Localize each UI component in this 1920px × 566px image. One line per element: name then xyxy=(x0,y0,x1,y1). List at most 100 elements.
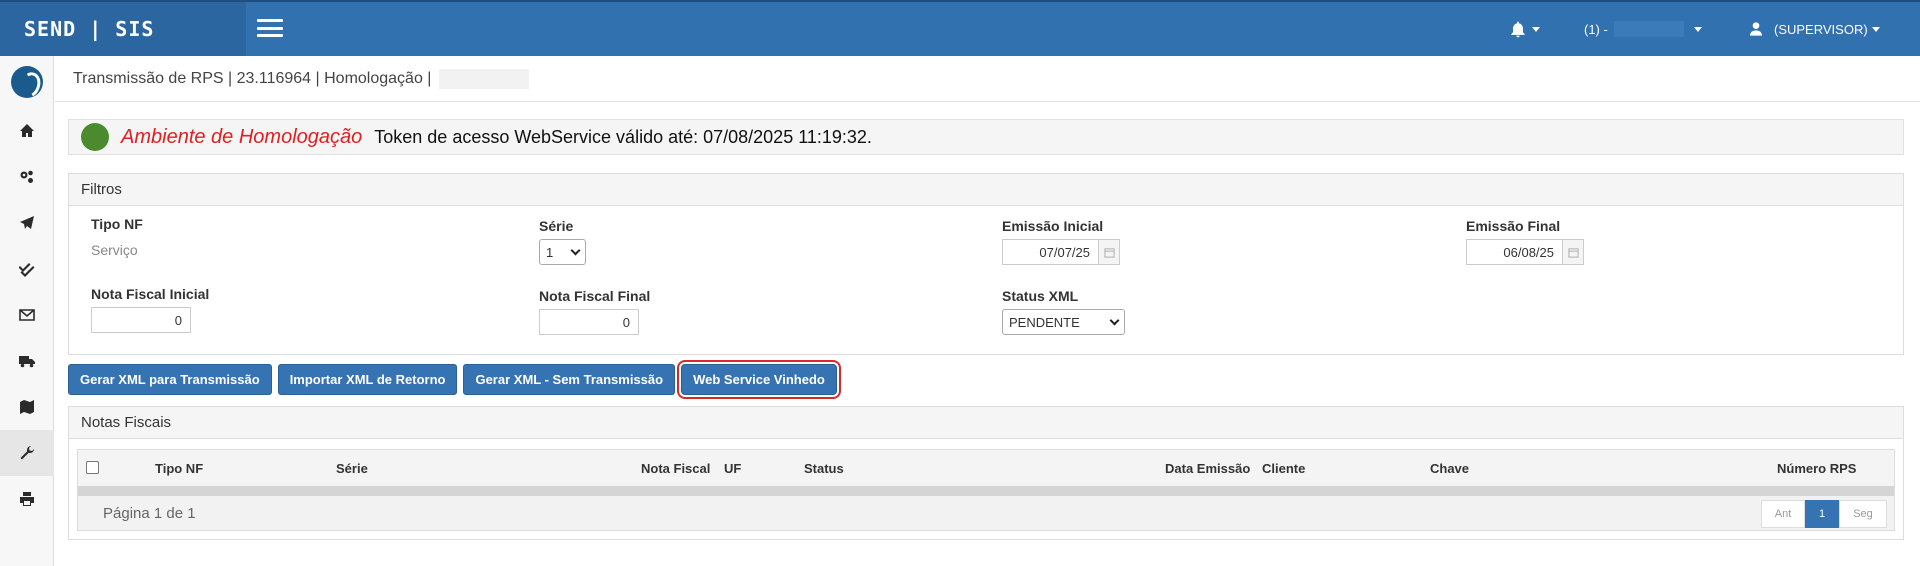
filters-panel: Filtros Tipo NF Serviço Série 1 Emissão … xyxy=(68,173,1904,355)
status-xml-label: Status XML xyxy=(1002,288,1079,304)
nf-inicial-label: Nota Fiscal Inicial xyxy=(91,286,210,302)
emissao-final-picker: 06/08/25 xyxy=(1466,239,1584,265)
col-status[interactable]: Status xyxy=(804,461,844,476)
page-1-button[interactable]: 1 xyxy=(1805,500,1839,528)
notifications-button[interactable] xyxy=(1508,2,1540,56)
emissao-final-input[interactable]: 06/08/25 xyxy=(1466,239,1562,265)
serie-select[interactable]: 1 xyxy=(539,239,586,265)
serie-select-value: 1 xyxy=(546,244,554,260)
nf-inicial-input[interactable]: 0 xyxy=(91,307,191,333)
user-menu[interactable]: (SUPERVISOR) xyxy=(1748,2,1880,56)
page-info: Página 1 de 1 xyxy=(103,504,196,522)
status-indicator-icon xyxy=(81,123,109,151)
serie-field: Série 1 xyxy=(539,218,586,265)
sidebar-item-approvals[interactable] xyxy=(0,246,54,292)
col-data-emissao[interactable]: Data Emissão xyxy=(1165,461,1250,476)
chevron-down-icon xyxy=(1532,26,1540,32)
pagination: Ant 1 Seg xyxy=(1761,500,1887,528)
emissao-inicial-picker: 07/07/25 xyxy=(1002,239,1120,265)
col-cliente[interactable]: Cliente xyxy=(1262,461,1305,476)
sidebar-logo[interactable] xyxy=(0,56,54,108)
col-uf[interactable]: UF xyxy=(724,461,741,476)
select-all-checkbox[interactable] xyxy=(86,461,99,474)
sidebar-item-home[interactable] xyxy=(0,108,54,154)
user-icon xyxy=(1750,22,1762,36)
cogs-icon xyxy=(20,170,33,183)
sidebar-item-settings[interactable] xyxy=(0,154,54,200)
paper-plane-icon xyxy=(20,216,34,229)
envelope-icon xyxy=(19,309,35,321)
nf-final-label: Nota Fiscal Final xyxy=(539,288,651,304)
chevron-down-icon xyxy=(1109,315,1120,325)
sidebar-item-shipping[interactable] xyxy=(0,338,54,384)
printer-icon xyxy=(20,492,34,506)
calendar-icon xyxy=(1567,247,1579,258)
notas-fiscais-panel: Notas Fiscais Tipo NF Série Nota Fiscal … xyxy=(68,406,1904,540)
menu-toggle-icon[interactable] xyxy=(257,19,283,37)
nf-inicial-field: Nota Fiscal Inicial 0 xyxy=(91,286,209,333)
emissao-inicial-field: Emissão Inicial 07/07/25 xyxy=(1002,218,1120,265)
col-numero-rps[interactable]: Número RPS xyxy=(1777,461,1856,476)
redacted-text xyxy=(439,68,530,89)
next-page-button[interactable]: Seg xyxy=(1839,500,1887,528)
sidebar-item-send[interactable] xyxy=(0,200,54,246)
importar-xml-button[interactable]: Importar XML de Retorno xyxy=(277,364,458,395)
truck-icon xyxy=(19,356,35,368)
prev-page-button[interactable]: Ant xyxy=(1761,500,1805,528)
emissao-inicial-label: Emissão Inicial xyxy=(1002,218,1104,234)
brand-logo[interactable]: SEND | SIS xyxy=(0,2,246,56)
top-navbar: SEND | SIS (1) - (SUPERVISOR) xyxy=(0,0,1920,56)
col-chave[interactable]: Chave xyxy=(1430,461,1469,476)
app-logo-icon xyxy=(11,66,43,98)
status-xml-value: PENDENTE xyxy=(1009,314,1080,330)
action-buttons: Gerar XML para Transmissão Importar XML … xyxy=(68,360,841,399)
calendar-button[interactable] xyxy=(1562,239,1584,265)
emissao-final-label: Emissão Final xyxy=(1466,218,1561,234)
sidebar-item-map[interactable] xyxy=(0,384,54,430)
sidebar-item-tools[interactable] xyxy=(0,430,54,476)
chevron-down-icon xyxy=(1693,26,1702,32)
company-label: (1) - xyxy=(1584,21,1608,37)
nf-final-field: Nota Fiscal Final 0 xyxy=(539,288,650,335)
user-role-label: (SUPERVISOR) xyxy=(1774,21,1868,37)
tipo-nf-label: Tipo NF xyxy=(91,216,143,232)
col-serie[interactable]: Série xyxy=(336,461,368,476)
environment-banner: Ambiente de Homologação Token de acesso … xyxy=(68,119,1904,155)
gerar-xml-sem-transmissao-button[interactable]: Gerar XML - Sem Transmissão xyxy=(463,364,676,395)
serie-label: Série xyxy=(539,218,574,234)
company-selector[interactable]: (1) - xyxy=(1584,2,1702,56)
environment-name: Ambiente de Homologação xyxy=(121,125,363,148)
nf-final-input[interactable]: 0 xyxy=(539,309,639,335)
company-name-redacted xyxy=(1613,21,1684,37)
tipo-nf-field: Tipo NF Serviço xyxy=(91,216,143,258)
home-icon xyxy=(20,124,34,137)
table-body-empty xyxy=(78,486,1894,496)
filters-title: Filtros xyxy=(69,174,1903,206)
emissao-final-field: Emissão Final 06/08/25 xyxy=(1466,218,1584,265)
col-nota-fiscal[interactable]: Nota Fiscal xyxy=(641,461,710,476)
tipo-nf-value: Serviço xyxy=(91,242,138,258)
breadcrumb: Transmissão de RPS | 23.116964 | Homolog… xyxy=(55,56,1920,102)
sidebar-item-print[interactable] xyxy=(0,476,54,522)
emissao-inicial-input[interactable]: 07/07/25 xyxy=(1002,239,1098,265)
chevron-down-icon xyxy=(1871,26,1880,32)
page-title: Transmissão de RPS | 23.116964 | Homolog… xyxy=(73,69,432,87)
status-xml-select[interactable]: PENDENTE xyxy=(1002,309,1125,335)
sidebar-item-mail[interactable] xyxy=(0,292,54,338)
calendar-button[interactable] xyxy=(1098,239,1120,265)
sidebar xyxy=(0,56,54,566)
token-validity-text: Token de acesso WebService válido até: 0… xyxy=(374,126,872,147)
double-check-icon xyxy=(19,263,35,277)
notas-table: Tipo NF Série Nota Fiscal UF Status Data… xyxy=(77,449,1895,531)
map-icon xyxy=(20,400,34,414)
chevron-down-icon xyxy=(570,245,581,255)
bell-icon xyxy=(1511,21,1525,38)
notas-title: Notas Fiscais xyxy=(69,407,1903,439)
web-service-vinhedo-button[interactable]: Web Service Vinhedo xyxy=(677,360,841,399)
gerar-xml-button[interactable]: Gerar XML para Transmissão xyxy=(68,364,272,395)
col-tipo-nf[interactable]: Tipo NF xyxy=(155,461,203,476)
status-xml-field: Status XML PENDENTE xyxy=(1002,288,1125,335)
wrench-icon xyxy=(20,445,35,460)
table-header: Tipo NF Série Nota Fiscal UF Status Data… xyxy=(78,450,1894,486)
calendar-icon xyxy=(1103,247,1115,258)
